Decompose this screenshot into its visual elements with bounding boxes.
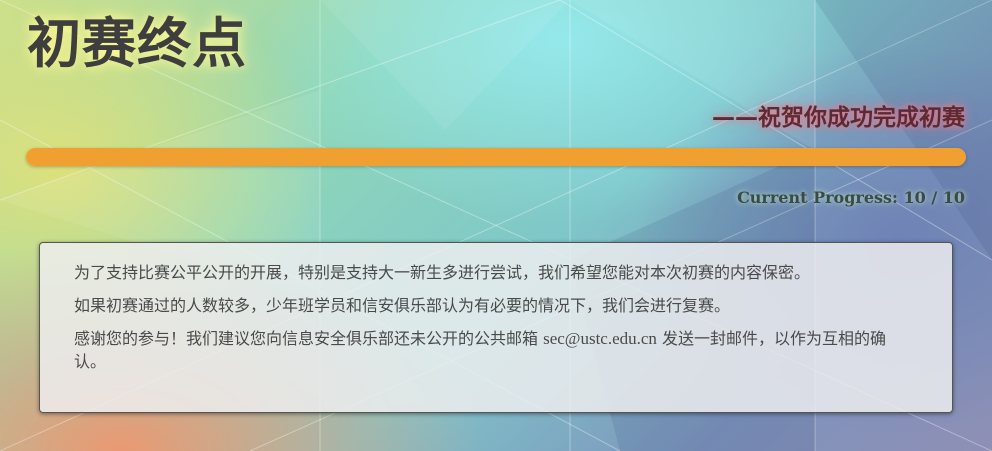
message-paragraph-second-round: 如果初赛通过的人数较多，少年班学员和信安俱乐部认为有必要的情况下，我们会进行复赛… [74,296,731,315]
progress-label: Current Progress: 10 / 10 [737,188,965,207]
message-thanks-text: 感谢您的参与！我们建议您向信息安全俱乐部还未公开的公共邮箱 [74,329,544,348]
progress-bar-fill [26,148,966,166]
message-panel: 为了支持比赛公平公开的开展，特别是支持大一新生多进行尝试，我们希望您能对本次初赛… [39,242,953,413]
message-paragraph-thanks: 感谢您的参与！我们建议您向信息安全俱乐部还未公开的公共邮箱 sec@ustc.e… [74,327,918,373]
progress-bar [26,148,966,166]
contact-email: sec@ustc.edu.cn [543,329,657,348]
page-subtitle: ——祝贺你成功完成初赛 [712,105,965,131]
page-title: 初赛终点 [27,12,247,75]
message-paragraph-confidentiality: 为了支持比赛公平公开的开展，特别是支持大一新生多进行尝试，我们希望您能对本次初赛… [74,263,811,282]
